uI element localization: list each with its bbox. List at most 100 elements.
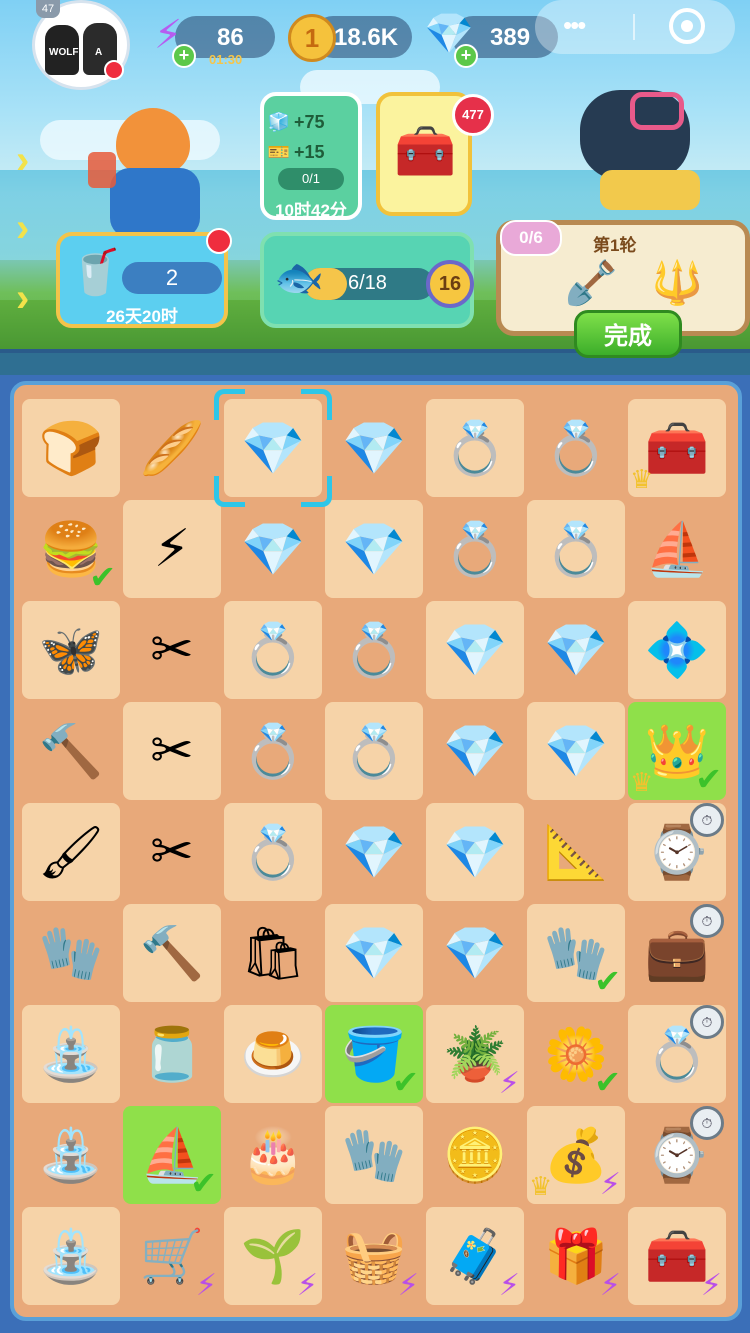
board-cell[interactable]: 💍 [224, 702, 322, 800]
board-cell[interactable]: 💰 ⚡ ♛ [527, 1106, 625, 1204]
board-cell[interactable]: 🫙 [123, 1005, 221, 1103]
board-cell[interactable]: 🥖 [123, 399, 221, 497]
crystal-icon: 💎 [341, 419, 407, 478]
energy-bolt-icon: ⚡ [195, 1269, 217, 1302]
board-cell[interactable]: 💍 [224, 601, 322, 699]
board-cell[interactable]: 💎 [325, 500, 423, 598]
energy-bolt-icon: ⚡ [599, 1168, 621, 1201]
board-cell[interactable]: 💠 [628, 601, 726, 699]
board-cell[interactable]: 💍 [426, 500, 524, 598]
board-cell[interactable]: 👑 ✔ ♛ [628, 702, 726, 800]
check-icon: ✔ [190, 1165, 217, 1201]
board-cell[interactable]: 💍 ⏱ [628, 1005, 726, 1103]
board-cell[interactable]: ✂ [123, 803, 221, 901]
gloves-icon: 🧤 [38, 924, 104, 983]
add-energy-button[interactable]: + [172, 44, 196, 68]
board-cell[interactable]: 🛒 ⚡ [123, 1207, 221, 1305]
ring-icon: 💍 [442, 520, 508, 579]
coins-icon: 🪙 [442, 1126, 508, 1185]
board-cell[interactable]: 🧳 ⚡ [426, 1207, 524, 1305]
board-cell[interactable]: ⛵ [628, 500, 726, 598]
board-cell[interactable]: 🎂 [224, 1106, 322, 1204]
board-cell[interactable]: 🌱 ⚡ [224, 1207, 322, 1305]
board-cell[interactable]: 💎 [426, 702, 524, 800]
board-cell[interactable]: 🪴 ⚡ [426, 1005, 524, 1103]
board-cell[interactable]: 💎 [426, 601, 524, 699]
board-cell[interactable]: 💎 [325, 904, 423, 1002]
crown-icon: ♛ [529, 1171, 553, 1201]
board-cell[interactable]: 💎 [426, 803, 524, 901]
board-cell[interactable]: 🍔 ✔ [22, 500, 120, 598]
board-cell[interactable]: 💎 [426, 904, 524, 1002]
board-cell[interactable]: 🧰 ♛ [628, 399, 726, 497]
board-cell[interactable]: 💍 [224, 803, 322, 901]
cat-character[interactable] [88, 108, 218, 238]
board-cell[interactable]: ⌚ ⏱ [628, 1106, 726, 1204]
mallet-icon: 🔨 [139, 924, 205, 983]
round-progress: 0/6 [500, 220, 562, 256]
coin-icon: 1 [288, 14, 336, 62]
fish-event-panel[interactable]: 🐟 6/18 16 [260, 232, 474, 328]
bread-loaf-icon: 🥖 [139, 419, 205, 478]
dog-character[interactable] [540, 70, 710, 220]
board-cell[interactable]: 🧤 ✔ [527, 904, 625, 1002]
board-cell[interactable]: ⌚ ⏱ [628, 803, 726, 901]
board-cell[interactable]: ⛲ [22, 1207, 120, 1305]
board-cell[interactable]: ⚡ [123, 500, 221, 598]
tea-event-panel[interactable]: 🥤 2 26天20时 [56, 232, 228, 328]
paint-roller-icon: 🖌 [37, 823, 104, 882]
board-cell[interactable]: 🧰 ⚡ [628, 1207, 726, 1305]
board-cell[interactable]: 💎 [325, 803, 423, 901]
board-cell[interactable]: 🔨 [123, 904, 221, 1002]
close-target-icon[interactable] [669, 8, 705, 44]
work-gloves-icon: 🧤 [341, 1126, 407, 1185]
board-cell[interactable]: 💍 [527, 399, 625, 497]
board-cell[interactable]: ⛲ [22, 1106, 120, 1204]
chevron-right-icon: › [16, 206, 30, 250]
board-cell[interactable]: ✂ [123, 601, 221, 699]
board-cell[interactable]: ⛲ [22, 1005, 120, 1103]
round-title: 第1轮 [593, 236, 637, 255]
board-cell[interactable]: 💎 [527, 702, 625, 800]
ring-icon: 💍 [543, 520, 609, 579]
board-cell[interactable]: 🍞 [22, 399, 120, 497]
board-cell[interactable]: 💎 [527, 601, 625, 699]
board-cell[interactable]: 🦋 [22, 601, 120, 699]
board-cell[interactable]: 🖌 [22, 803, 120, 901]
energy-timer: 01:30 [209, 52, 243, 67]
more-icon[interactable]: ••• [563, 10, 586, 41]
add-gems-button[interactable]: + [454, 44, 478, 68]
board-cell[interactable]: 💍 [325, 702, 423, 800]
board-cell[interactable]: 💍 [325, 601, 423, 699]
pliers-icon: ✂ [150, 823, 194, 881]
board-cell[interactable]: 🛍 [224, 904, 322, 1002]
earrings-icon: 💠 [644, 621, 710, 680]
board-cell[interactable]: ⛵ ✔ [123, 1106, 221, 1204]
mallet-icon: 🔨 [38, 722, 104, 781]
board-cell[interactable]: 💍 [426, 399, 524, 497]
ring-icon: 💍 [240, 722, 306, 781]
crystal-icon: 💎 [341, 520, 407, 579]
board-cell[interactable]: 💎 [224, 500, 322, 598]
board-cell[interactable]: 🍮 [224, 1005, 322, 1103]
board-cell[interactable]: 🪙 [426, 1106, 524, 1204]
board-cell[interactable]: 💎 [325, 399, 423, 497]
notification-dot [104, 60, 124, 80]
board-cell[interactable]: 🌼 ✔ [527, 1005, 625, 1103]
board-cell[interactable]: 🧤 [325, 1106, 423, 1204]
done-button[interactable]: 完成 [574, 310, 682, 358]
board-cell[interactable]: 🪣 ✔ [325, 1005, 423, 1103]
board-cell[interactable]: ✂ [123, 702, 221, 800]
crown-icon: ♛ [630, 464, 654, 494]
board-cell[interactable]: 🔨 [22, 702, 120, 800]
fountain-icon: ⛲ [38, 1227, 104, 1286]
fish-icon: 🐟 [274, 256, 324, 300]
board-cell[interactable]: 🎁 ⚡ [527, 1207, 625, 1305]
board-cell[interactable]: 💼 ⏱ [628, 904, 726, 1002]
board-cell[interactable]: 📐 [527, 803, 625, 901]
board-cell[interactable]: 🧤 [22, 904, 120, 1002]
toolbox-icon: 🧰 [394, 123, 457, 179]
board-cell[interactable]: 🧺 ⚡ [325, 1207, 423, 1305]
reward-panel[interactable]: 🧊 +75 🎫 +15 0/1 10时42分 [260, 92, 362, 220]
board-cell[interactable]: 💍 [527, 500, 625, 598]
